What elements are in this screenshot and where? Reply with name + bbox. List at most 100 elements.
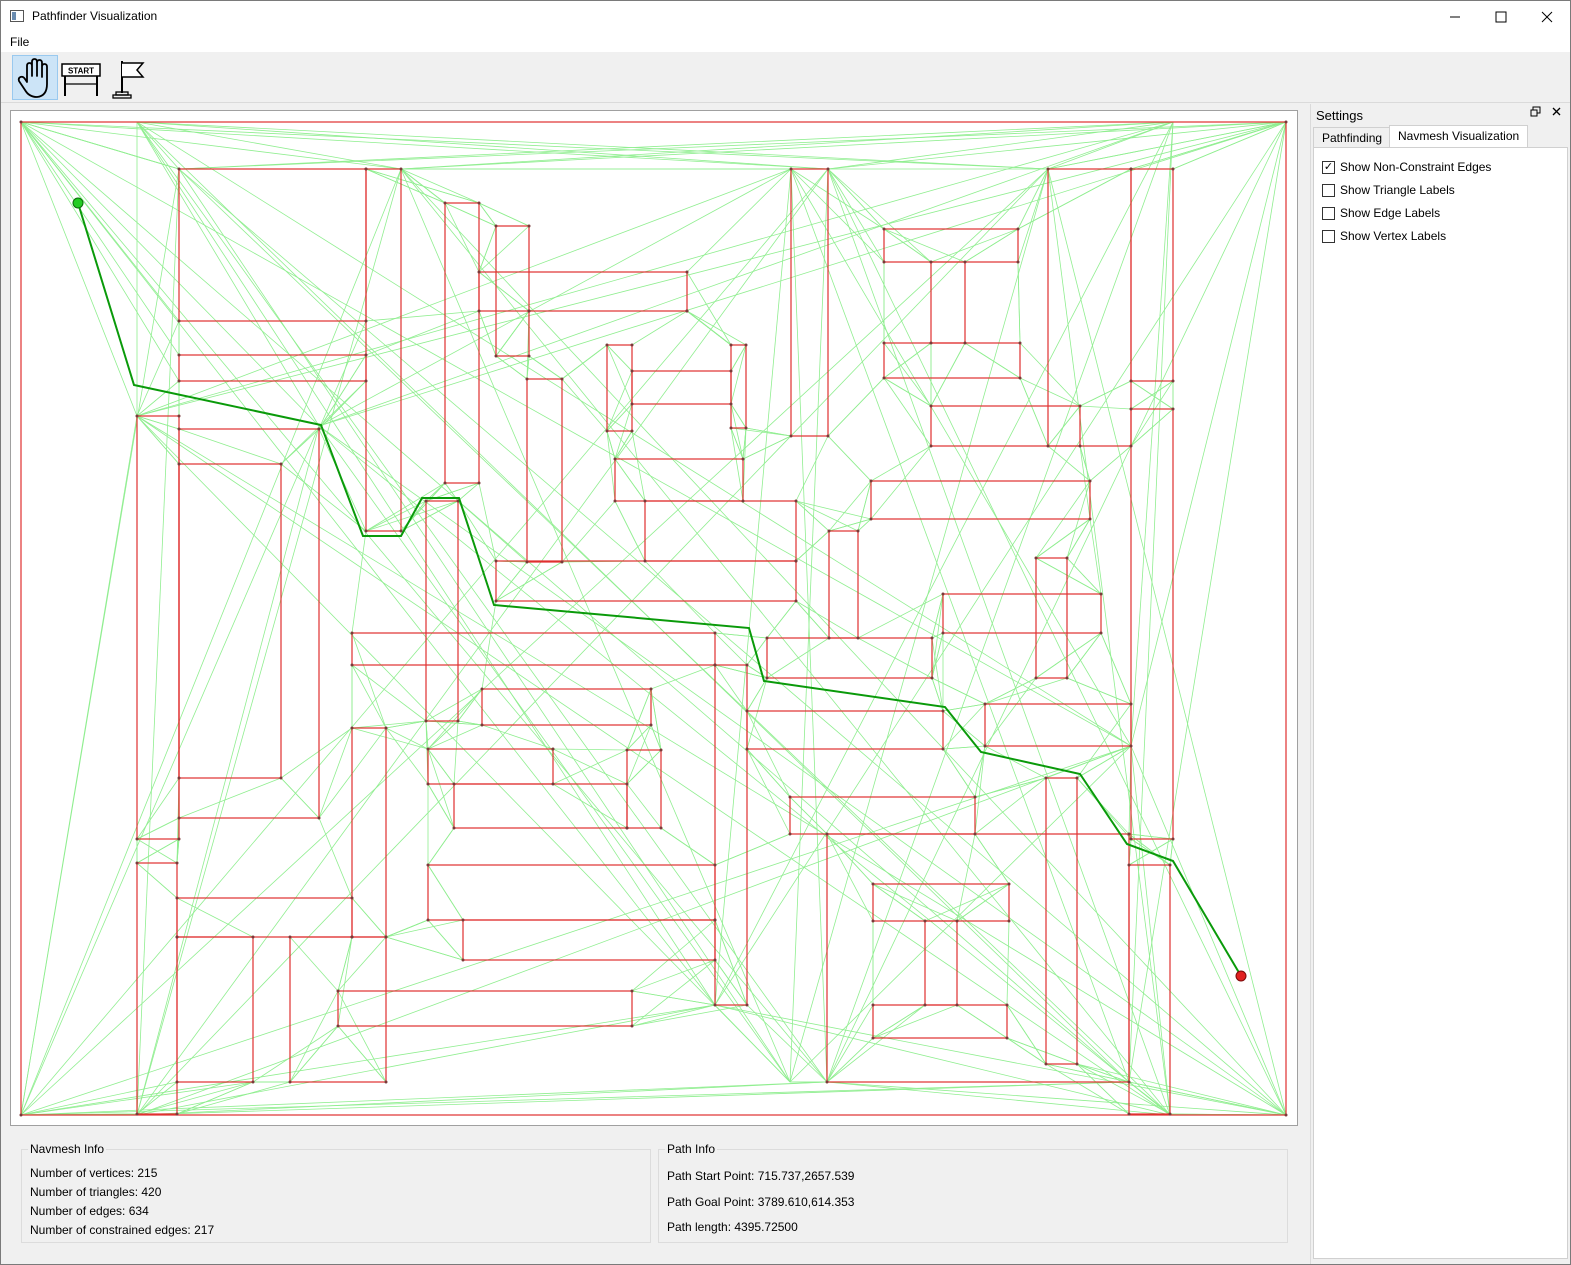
show-edge-labels-checkbox[interactable]: Show Edge Labels [1322, 206, 1440, 220]
vertex-point [741, 499, 745, 503]
vertex-point [443, 201, 447, 205]
vertex-point [788, 795, 792, 799]
vertex-point [745, 709, 749, 713]
constraint-edge [766, 637, 933, 679]
vertex-point [941, 747, 945, 751]
toolbar: START [1, 52, 1570, 103]
goal-marker [1235, 970, 1247, 982]
constraint-edge [351, 727, 387, 938]
vertex-point [336, 1024, 340, 1028]
start-tool-button[interactable]: START [58, 55, 104, 100]
constraint-edge [1128, 864, 1171, 1115]
vertex-point [729, 343, 733, 347]
tab-navmesh-visualization[interactable]: Navmesh Visualization [1389, 125, 1529, 148]
vertex-point [930, 676, 934, 680]
show-non-constraint-edges-checkbox[interactable]: ✓ Show Non-Constraint Edges [1322, 160, 1491, 174]
vertex-point [350, 663, 354, 667]
vertex-point [789, 434, 793, 438]
vertex-point [399, 167, 403, 171]
vertex-point [461, 958, 465, 962]
checkbox-box[interactable]: ✓ [1322, 160, 1335, 174]
constraint-edge [872, 883, 1010, 922]
vertex-point [713, 918, 717, 922]
navmesh-graphic [19, 120, 1288, 1117]
vertex-point [973, 832, 977, 836]
path-length: Path length: 4395.72500 [667, 1220, 798, 1234]
vertex-point [177, 167, 181, 171]
vertex-point [630, 429, 634, 433]
checkbox-label: Show Triangle Labels [1340, 183, 1455, 197]
vertex-point [765, 636, 769, 640]
constraint-edge [495, 560, 797, 602]
vertex-point [288, 1080, 292, 1084]
vertex-point [1284, 120, 1288, 124]
maximize-button[interactable] [1478, 1, 1524, 32]
tab-pathfinding[interactable]: Pathfinding [1313, 127, 1392, 148]
vertex-point [625, 782, 629, 786]
undock-button[interactable] [1530, 106, 1541, 120]
vertex-point [1016, 260, 1020, 264]
vertex-point [871, 1003, 875, 1007]
navmesh-canvas[interactable] [10, 110, 1298, 1126]
vertex-point [871, 1036, 875, 1040]
vertex-point [19, 120, 23, 124]
vertex-point [613, 499, 617, 503]
menu-file[interactable]: File [10, 35, 29, 49]
constraint-edge [614, 458, 744, 502]
vertex-point [384, 1080, 388, 1084]
dock-close-button[interactable] [1551, 106, 1562, 120]
vertex-point [175, 935, 179, 939]
minimize-button[interactable] [1432, 1, 1478, 32]
vertex-point [963, 260, 967, 264]
show-triangle-labels-checkbox[interactable]: Show Triangle Labels [1322, 183, 1455, 197]
hand-icon [17, 57, 48, 98]
vertex-point [1129, 444, 1133, 448]
vertex-point [649, 723, 653, 727]
vertex-point [336, 989, 340, 993]
app-window: Pathfinder Visualization File START Navm… [0, 0, 1571, 1265]
vertex-point [871, 919, 875, 923]
edge-count: Number of edges: 634 [30, 1204, 149, 1218]
vertex-point [350, 726, 354, 730]
checkbox-box[interactable] [1322, 229, 1335, 243]
settings-title: Settings [1316, 108, 1363, 123]
vertex-point [525, 560, 529, 564]
vertex-point [713, 663, 717, 667]
vertex-point [882, 376, 886, 380]
show-vertex-labels-checkbox[interactable]: Show Vertex Labels [1322, 229, 1446, 243]
vertex-point [744, 426, 748, 430]
vertex-point [1034, 556, 1038, 560]
vertex-point [630, 369, 634, 373]
constraint-edge [1130, 168, 1174, 382]
checkbox-box[interactable] [1322, 206, 1335, 220]
vertex-point [288, 935, 292, 939]
constraint-edge [626, 749, 662, 829]
checkbox-box[interactable] [1322, 183, 1335, 197]
vertex-point [1065, 556, 1069, 560]
info-panels: Navmesh Info Number of vertices: 215 Num… [1, 1131, 1301, 1261]
vertex-point [527, 224, 531, 228]
vertex-point [745, 1003, 749, 1007]
close-button[interactable] [1524, 1, 1570, 32]
pan-tool-button[interactable] [12, 55, 58, 100]
vertex-point [527, 354, 531, 358]
vertex-point [364, 529, 368, 533]
vertex-point [1078, 444, 1082, 448]
vertex-point [745, 747, 749, 751]
vertex-point [177, 776, 181, 780]
vertex-point [527, 309, 531, 313]
vertex-point [923, 1003, 927, 1007]
vertex-point [630, 343, 634, 347]
vertex-point [929, 444, 933, 448]
vertex-point [1171, 407, 1175, 411]
vertex-point [643, 499, 647, 503]
vertex-point [426, 918, 430, 922]
vertex-point [135, 837, 139, 841]
vertex-point [923, 919, 927, 923]
vertex-point [1171, 837, 1175, 841]
vertex-point [480, 723, 484, 727]
vertex-point [1168, 863, 1172, 867]
vertex-point [744, 343, 748, 347]
goal-tool-button[interactable] [104, 55, 150, 100]
checkbox-label: Show Vertex Labels [1340, 229, 1447, 243]
